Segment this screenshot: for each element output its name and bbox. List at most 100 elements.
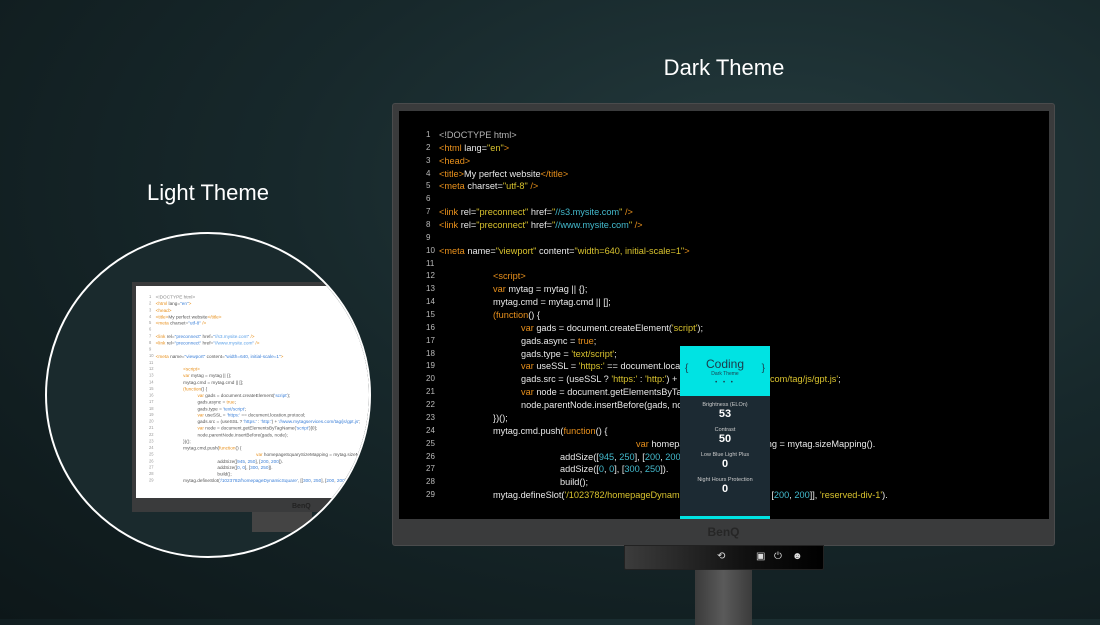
code-line: 6 [426,193,1049,206]
code-token: "en" [487,142,504,153]
code-token: mytag.cmd.push( [183,445,220,451]
code-token: build(); [217,471,232,477]
code-token: "preconnect" [174,333,202,339]
brand-logo: BenQ [707,525,740,539]
code-token: > [684,245,690,256]
control-panel: ⟲ ▣ ⏻ ☻ [624,545,824,570]
code-text: <!DOCTYPE html> [439,129,517,142]
line-number: 23 [426,412,435,422]
code-text: mytag.cmd.push(function() { [493,425,607,438]
code-line: 13 var mytag = mytag || {}; [426,283,1049,296]
code-token: 'https:' [226,412,241,418]
code-token: rel= [165,333,175,339]
line-number: 27 [426,464,435,474]
code-token: ). [882,490,888,501]
code-token: <head> [439,155,471,166]
monitor-stand [695,565,752,625]
code-token: useSSL = [203,412,227,418]
line-number: 3 [426,155,431,165]
code-text: <html lang="en"> [439,142,509,155]
code-text: })(); [493,412,508,425]
line-number: 7 [426,207,431,217]
code-line: 10 <meta name="viewport" content="width=6… [426,245,1049,258]
code-token: <link [439,207,459,218]
osd-menu[interactable]: { } Coding Dark Theme • • • Brightness (… [680,346,770,519]
input-icon[interactable]: ▣ [756,551,765,562]
code-token: //www.mysite.com [214,340,253,346]
code-token: () { [235,445,242,451]
code-token: href= [201,340,214,346]
code-text: <link rel="preconnect" href="//s3.mysite… [439,206,633,219]
code-token: gads.src = (useSSL ? [521,374,612,385]
code-text: gads.async = true; [521,335,596,348]
code-text: (function() { [493,309,540,322]
code-token: gads = document.createElement( [533,322,672,333]
code-line: 29 mytag.defineSlot('/1023782/homepageDyn… [149,478,369,485]
code-token: > [280,353,284,359]
code-token: (function [493,310,529,321]
osd-setting-value: 50 [718,433,732,445]
power-icon[interactable]: ⏻ [774,551,782,562]
code-token: ]], [809,490,820,501]
link-icon[interactable]: ⟲ [717,551,725,562]
code-token: var [521,322,534,333]
osd-next-mode[interactable]: } [762,363,765,374]
line-number: 26 [426,451,435,461]
code-token: 200 [644,451,661,462]
code-token: <head> [155,307,172,313]
code-token: ) + [271,419,279,425]
code-token: <link [155,333,166,339]
code-token: lang= [461,142,488,153]
code-token: (function [183,386,202,392]
light-screen: 1 <!DOCTYPE html> 2 <html lang="en"> 3 <head>… [136,286,369,498]
line-number: 2 [426,142,431,152]
code-token: name= [464,245,496,256]
code-token: mytag.defineSlot( [493,490,565,501]
osd-setting[interactable]: Brightness (ELOn) 53 [680,402,770,421]
dark-theme-heading: Dark Theme [663,55,785,80]
code-token: 'text/script' [571,348,615,359]
code-token: > [188,301,192,307]
code-text: <script> [493,270,526,283]
code-token: node = document.getElementsByTagName( [203,425,297,431]
code-token: addSize([ [217,458,238,464]
code-token: 'https:' [611,374,638,385]
code-token: "preconnect" [476,207,529,218]
code-token: gads.type = [521,348,572,359]
code-token: '/1023782/homepageDynamicSquare' [219,478,298,484]
code-token: 200 [260,458,269,464]
code-token: gads.async = [197,399,227,405]
brand-logo: BenQ [292,503,311,510]
code-token: 'text/script' [223,406,245,412]
code-text: <link rel="preconnect" href="//www.mysit… [439,219,643,232]
dark-screen: 1 <!DOCTYPE html> 2 <html lang="en"> 3 <head>… [399,111,1049,519]
eye-care-icon[interactable]: ☻ [792,551,803,562]
code-line: 8 <link rel="preconnect" href="//www.mysi… [426,219,1049,232]
code-token: rel= [165,340,175,346]
code-token: mytag = mytag || {}; [505,284,588,295]
code-token: </title> [207,314,222,320]
code-token: ; [593,335,597,346]
code-token: //www.mysite.com [555,220,629,231]
code-token: node.parentNode.insertBefore(gads, node)… [197,432,288,438]
line-number: 24 [426,425,435,435]
code-token: })(); [183,438,191,444]
line-number: 4 [426,168,431,178]
code-token: ); [697,322,704,333]
code-token: My perfect website [168,314,208,320]
code-token: 'https:' [243,419,257,425]
code-token: <html [439,142,462,153]
osd-setting[interactable]: Night Hours Protection 0 [680,477,770,496]
code-token: /> [527,181,539,192]
osd-prev-mode[interactable]: { [685,363,688,374]
code-token: useSSL = [533,361,579,372]
code-line: 2 <html lang="en"> [426,142,1049,155]
code-token: mytag.cmd.push( [493,425,564,436]
code-token: href= [528,207,553,218]
code-token: ; [359,419,361,425]
code-token: 945 [237,458,245,464]
code-token: ; [838,374,841,385]
line-number: 22 [426,400,435,410]
osd-setting[interactable]: Contrast 50 [680,427,770,446]
osd-setting[interactable]: Low Blue Light Plus 0 [680,452,770,471]
